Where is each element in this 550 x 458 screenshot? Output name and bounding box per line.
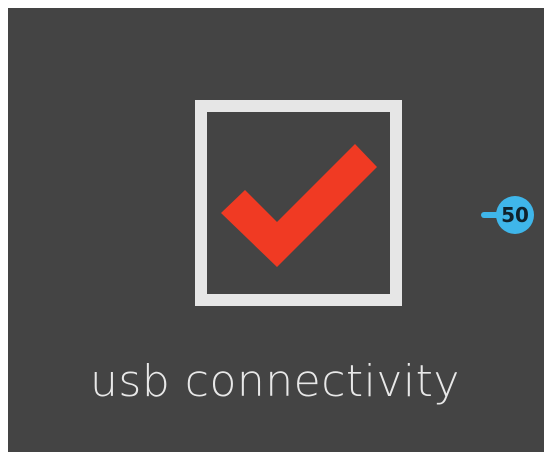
- checkmark-in-box-icon: [195, 100, 402, 306]
- marker-number-badge: 50: [496, 196, 534, 234]
- tile-caption: usb connectivity: [90, 356, 460, 407]
- checkmark-icon: [221, 144, 377, 267]
- annotation-marker: 50: [478, 195, 542, 235]
- checkbox-icon: [195, 100, 402, 306]
